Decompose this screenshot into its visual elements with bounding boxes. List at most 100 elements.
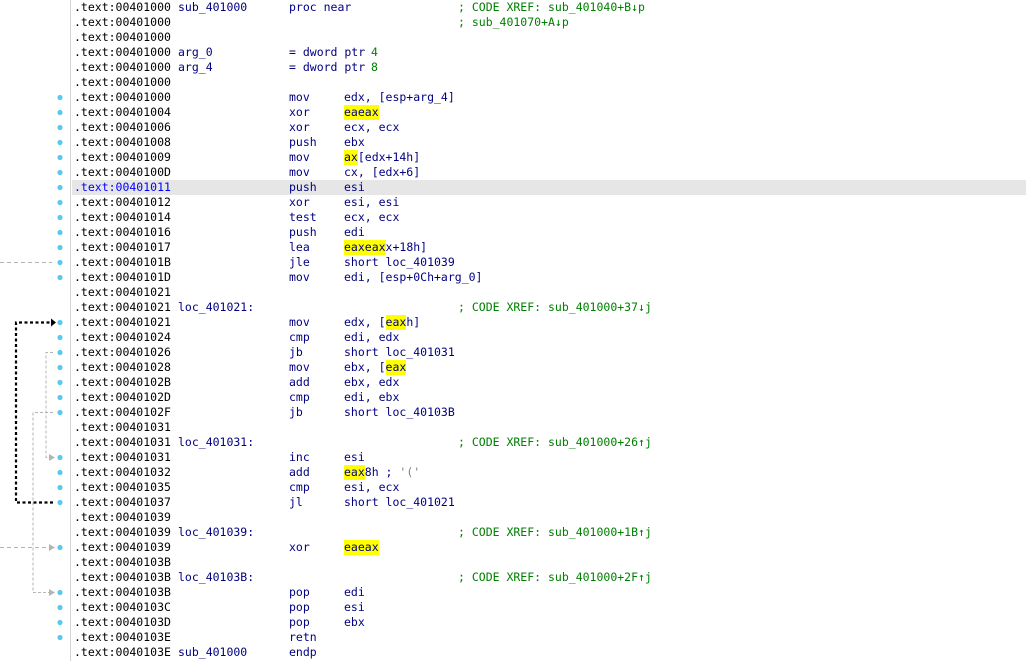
instruction-operands[interactable]: ecx, ecx bbox=[344, 120, 399, 135]
instruction-operands[interactable]: edx, [eax+0Ch] bbox=[344, 315, 420, 330]
instruction-operands[interactable]: 8 bbox=[371, 60, 378, 75]
symbol-name[interactable]: loc_401031: bbox=[178, 435, 254, 450]
instruction-operands[interactable]: edi bbox=[344, 225, 365, 240]
instruction-operands[interactable]: edi bbox=[344, 585, 365, 600]
listing-line[interactable]: .text:0040101D mov edi, [esp+0Ch+arg_0] bbox=[72, 270, 1026, 285]
breakpoint-dot[interactable] bbox=[57, 604, 63, 611]
xref-comment[interactable]: ; CODE XREF: sub_401000+37↓j bbox=[458, 300, 652, 315]
highlighted-register[interactable]: eax bbox=[385, 315, 407, 330]
breakpoint-dot[interactable] bbox=[57, 349, 63, 356]
breakpoint-dot[interactable] bbox=[57, 214, 63, 221]
breakpoint-dot[interactable] bbox=[57, 184, 63, 191]
instruction-operands[interactable]: 4 bbox=[371, 45, 378, 60]
listing-line[interactable]: .text:00401000 bbox=[72, 30, 1026, 45]
listing-line[interactable]: .text:00401026 jb short loc_401031 bbox=[72, 345, 1026, 360]
instruction-operands[interactable]: edx, [esp+arg_4] bbox=[344, 90, 455, 105]
breakpoint-dot[interactable] bbox=[57, 379, 63, 386]
disassembly-listing[interactable]: .text:00401000 sub_401000 proc near ; CODE … bbox=[72, 0, 1026, 661]
listing-line[interactable]: .text:00401009 mov ax, [edx+14h] bbox=[72, 150, 1026, 165]
listing-line[interactable]: .text:00401039 loc_401039: ; CODE XREF: su… bbox=[72, 525, 1026, 540]
breakpoint-dot[interactable] bbox=[57, 244, 63, 251]
listing-line[interactable]: .text:00401017 lea eax, [eax+edx+18h] bbox=[72, 240, 1026, 255]
xref-comment[interactable]: ; CODE XREF: sub_401000+1B↑j bbox=[458, 525, 652, 540]
highlighted-register[interactable]: eax bbox=[344, 465, 365, 480]
breakpoint-dot[interactable] bbox=[57, 589, 63, 596]
instruction-operands[interactable]: ebx, [eax+8] bbox=[344, 360, 407, 375]
breakpoint-dot[interactable] bbox=[57, 319, 63, 326]
listing-line[interactable]: .text:00401000 sub_401000 proc near ; CODE … bbox=[72, 0, 1026, 15]
listing-line[interactable]: .text:0040103B pop edi bbox=[72, 585, 1026, 600]
breakpoint-dot[interactable] bbox=[57, 259, 63, 266]
xref-comment[interactable]: ; CODE XREF: sub_401040+B↓p bbox=[458, 0, 645, 15]
breakpoint-dot[interactable] bbox=[57, 139, 63, 146]
listing-line[interactable]: .text:00401014 test ecx, ecx bbox=[72, 210, 1026, 225]
breakpoint-dot[interactable] bbox=[57, 364, 63, 371]
instruction-operands[interactable]: ecx, ecx bbox=[344, 210, 399, 225]
breakpoint-dot[interactable] bbox=[57, 94, 63, 101]
highlighted-register[interactable]: eax bbox=[357, 105, 379, 120]
symbol-name[interactable]: arg_4 bbox=[178, 60, 213, 75]
listing-line[interactable]: .text:0040103E retn bbox=[72, 630, 1026, 645]
highlighted-register[interactable]: eax bbox=[344, 240, 365, 255]
instruction-operands[interactable]: short loc_401031 bbox=[344, 345, 455, 360]
listing-line[interactable]: .text:00401039 bbox=[72, 510, 1026, 525]
breakpoint-dot[interactable] bbox=[57, 394, 63, 401]
instruction-operands[interactable]: edi, edx bbox=[344, 330, 399, 345]
listing-line[interactable]: .text:00401000 arg_0 = dword ptr 4 bbox=[72, 45, 1026, 60]
instruction-operands[interactable]: edi, [esp+0Ch+arg_0] bbox=[344, 270, 482, 285]
listing-line[interactable]: .text:00401000 mov edx, [esp+arg_4] bbox=[72, 90, 1026, 105]
breakpoint-dot[interactable] bbox=[57, 484, 63, 491]
listing-line[interactable]: .text:0040103B loc_40103B: ; CODE XREF: su… bbox=[72, 570, 1026, 585]
symbol-name[interactable]: sub_401000 bbox=[178, 0, 247, 15]
listing-line[interactable]: .text:00401006 xor ecx, ecx bbox=[72, 120, 1026, 135]
instruction-operands[interactable]: eax, 28h ; '(' bbox=[344, 465, 420, 480]
highlighted-register[interactable]: eax bbox=[364, 240, 386, 255]
instruction-operands[interactable]: ebx, edx bbox=[344, 375, 399, 390]
breakpoint-dot[interactable] bbox=[57, 454, 63, 461]
breakpoint-dot[interactable] bbox=[57, 334, 63, 341]
listing-line[interactable]: .text:0040103B bbox=[72, 555, 1026, 570]
xref-comment[interactable]: ; CODE XREF: sub_401000+26↑j bbox=[458, 435, 652, 450]
breakpoint-dot[interactable] bbox=[57, 199, 63, 206]
instruction-operands[interactable]: esi bbox=[344, 180, 365, 195]
instruction-operands[interactable]: ebx bbox=[344, 135, 365, 150]
breakpoint-dot[interactable] bbox=[57, 619, 63, 626]
listing-line[interactable]: .text:00401021 mov edx, [eax+0Ch] bbox=[72, 315, 1026, 330]
instruction-operands[interactable]: short loc_40103B bbox=[344, 405, 455, 420]
instruction-operands[interactable]: esi bbox=[344, 600, 365, 615]
listing-line[interactable]: .text:0040102B add ebx, edx bbox=[72, 375, 1026, 390]
breakpoint-dot[interactable] bbox=[57, 499, 63, 506]
highlighted-register[interactable]: ax bbox=[344, 150, 358, 165]
listing-line[interactable]: .text:0040103E sub_401000 endp bbox=[72, 645, 1026, 660]
xref-comment[interactable]: ; sub_401070+A↓p bbox=[458, 15, 569, 30]
instruction-operands[interactable]: short loc_401039 bbox=[344, 255, 455, 270]
breakpoint-dot[interactable] bbox=[57, 634, 63, 641]
listing-line[interactable]: .text:0040103C pop esi bbox=[72, 600, 1026, 615]
listing-line[interactable]: .text:0040103D pop ebx bbox=[72, 615, 1026, 630]
breakpoint-dot[interactable] bbox=[57, 409, 63, 416]
breakpoint-dot[interactable] bbox=[57, 274, 63, 281]
instruction-operands[interactable]: eax, eax bbox=[344, 105, 379, 120]
symbol-name[interactable]: loc_401021: bbox=[178, 300, 254, 315]
listing-line[interactable]: .text:0040101B jle short loc_401039 bbox=[72, 255, 1026, 270]
highlighted-register[interactable]: eax bbox=[385, 360, 407, 375]
listing-line[interactable]: .text:00401039 xor eax, eax bbox=[72, 540, 1026, 555]
listing-line[interactable]: .text:00401028 mov ebx, [eax+8] bbox=[72, 360, 1026, 375]
breakpoint-dot[interactable] bbox=[57, 124, 63, 131]
listing-line[interactable]: .text:0040102F jb short loc_40103B bbox=[72, 405, 1026, 420]
breakpoint-dot[interactable] bbox=[57, 544, 63, 551]
listing-line[interactable]: .text:00401031 loc_401031: ; CODE XREF: su… bbox=[72, 435, 1026, 450]
listing-line[interactable]: .text:00401016 push edi bbox=[72, 225, 1026, 240]
highlighted-register[interactable]: eax bbox=[357, 540, 379, 555]
listing-line[interactable]: .text:00401000 ; sub_401070+A↓p bbox=[72, 15, 1026, 30]
breakpoint-dot[interactable] bbox=[57, 169, 63, 176]
flow-arrow-gutter[interactable] bbox=[0, 0, 70, 661]
instruction-operands[interactable]: ebx bbox=[344, 615, 365, 630]
listing-line[interactable]: .text:00401024 cmp edi, edx bbox=[72, 330, 1026, 345]
instruction-operands[interactable]: esi, esi bbox=[344, 195, 399, 210]
xref-comment[interactable]: ; CODE XREF: sub_401000+2F↑j bbox=[458, 570, 652, 585]
listing-line[interactable]: .text:00401031 inc esi bbox=[72, 450, 1026, 465]
listing-line[interactable]: .text:00401021 loc_401021: ; CODE XREF: su… bbox=[72, 300, 1026, 315]
breakpoint-dot[interactable] bbox=[57, 154, 63, 161]
breakpoint-dot[interactable] bbox=[57, 109, 63, 116]
